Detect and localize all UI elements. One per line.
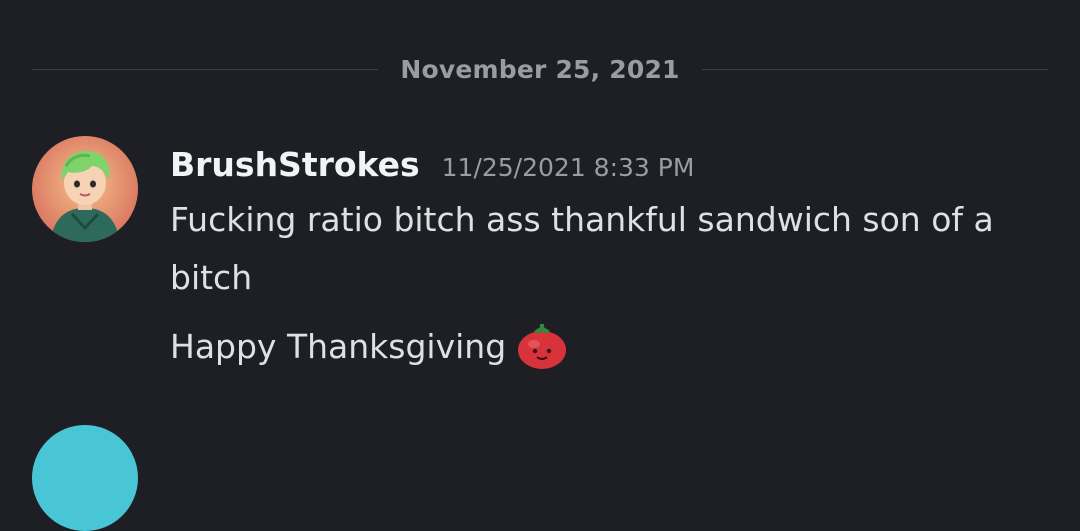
divider-line-left (32, 68, 379, 70)
avatar[interactable] (32, 136, 138, 242)
date-divider-label: November 25, 2021 (400, 54, 680, 84)
divider-line-right (701, 68, 1049, 70)
date-divider: November 25, 2021 (32, 50, 1049, 88)
message-timestamp: 11/25/2021 8:33 PM (441, 153, 695, 182)
username[interactable]: BrushStrokes (170, 145, 420, 184)
message-text-2: Happy Thanksgiving (170, 318, 1050, 376)
green-haired-character-avatar-icon (32, 136, 138, 242)
tomato-emoji-icon[interactable] (514, 322, 570, 372)
message-header: BrushStrokes 11/25/2021 8:33 PM (170, 145, 694, 184)
message-text: Fucking ratio bitch ass thankful sandwic… (170, 200, 994, 297)
next-message-avatar[interactable] (32, 425, 138, 531)
message-text-2-label: Happy Thanksgiving (170, 327, 507, 366)
